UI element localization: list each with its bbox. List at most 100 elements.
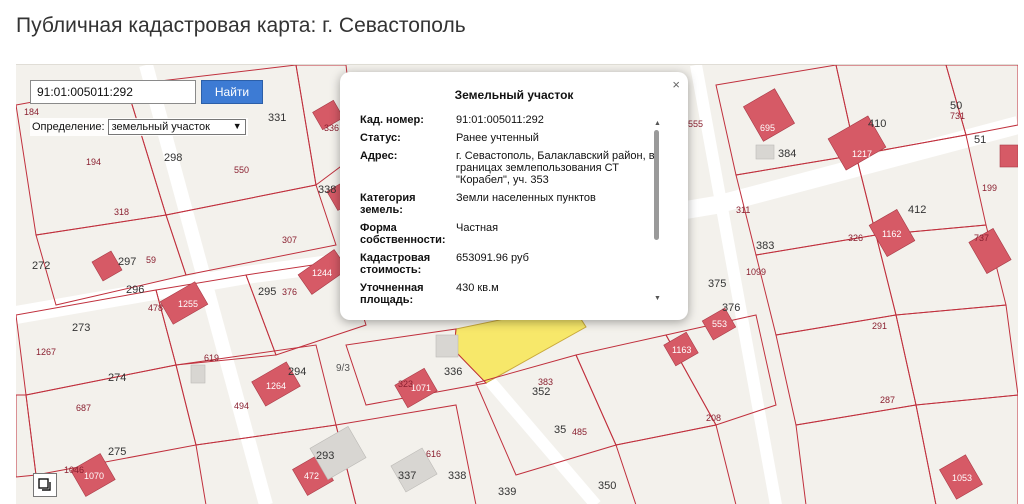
parcel-label: 338 bbox=[318, 184, 336, 196]
parcel-label: 291 bbox=[872, 321, 887, 331]
parcel-label: 555 bbox=[688, 119, 703, 129]
definition-label: Определение: bbox=[32, 121, 105, 133]
detail-row: Уточненная площадь: 430 кв.м bbox=[360, 282, 660, 306]
parcel-label: 323 bbox=[398, 379, 413, 389]
parcel-label: 318 bbox=[114, 207, 129, 217]
detail-value: Земли населенных пунктов bbox=[456, 192, 596, 204]
parcel-label: 616 bbox=[426, 449, 441, 459]
detail-key: Статус: bbox=[360, 132, 401, 144]
layers-button[interactable] bbox=[33, 473, 57, 497]
detail-value: г. Севастополь, Балаклавский район, в гр… bbox=[456, 150, 655, 186]
parcel-label: 294 bbox=[288, 366, 306, 378]
parcel-label: 1267 bbox=[36, 347, 56, 357]
parcel-label: 350 bbox=[598, 480, 616, 492]
building bbox=[999, 144, 1018, 168]
close-icon[interactable]: × bbox=[672, 77, 680, 92]
detail-row: Статус: Ранее учтенный bbox=[360, 132, 660, 144]
parcel-label: 326 bbox=[848, 233, 863, 243]
building-label: 472 bbox=[304, 471, 319, 481]
parcel-label: 208 bbox=[706, 413, 721, 423]
parcel-label: 336 bbox=[444, 366, 462, 378]
definition-selected-value: земельный участок bbox=[111, 121, 210, 133]
detail-value: 653091.96 руб bbox=[456, 252, 529, 264]
parcel-label: 298 bbox=[164, 152, 182, 164]
definition-row: Определение: земельный участок ▼ bbox=[30, 118, 248, 136]
popup-title: Земельный участок bbox=[454, 88, 574, 102]
detail-key: Форма собственности: bbox=[360, 222, 446, 246]
parcel-label: 307 bbox=[282, 235, 297, 245]
building-label: 553 bbox=[712, 319, 727, 329]
parcel-label: 687 bbox=[76, 403, 91, 413]
scroll-down-icon[interactable]: ▼ bbox=[654, 295, 661, 302]
parcel-label: 297 bbox=[118, 256, 136, 268]
scroll-up-icon[interactable]: ▲ bbox=[654, 120, 661, 127]
building-label: 695 bbox=[760, 123, 775, 133]
building-label: 1217 bbox=[852, 149, 872, 159]
detail-row: Кадастровая стоимость: 653091.96 руб bbox=[360, 252, 660, 276]
parcel-label: 51 bbox=[974, 134, 986, 146]
detail-key: Кадастровая стоимость: bbox=[360, 252, 431, 276]
building-label: 1071 bbox=[411, 383, 431, 393]
parcel-label: 485 bbox=[572, 427, 587, 437]
parcel-label: 478 bbox=[148, 303, 163, 313]
detail-row: Форма собственности: Частная bbox=[360, 222, 660, 246]
chevron-down-icon: ▼ bbox=[232, 121, 242, 131]
parcel-label: 1099 bbox=[746, 267, 766, 277]
parcel-label: 339 bbox=[498, 486, 516, 498]
parcel-label: 352 bbox=[532, 386, 550, 398]
cadastral-number-input[interactable] bbox=[30, 80, 196, 104]
road-label: 9/3 bbox=[336, 363, 350, 374]
building-label: 1244 bbox=[312, 268, 332, 278]
parcel-label: 35 bbox=[554, 424, 566, 436]
detail-value: Ранее учтенный bbox=[456, 132, 539, 144]
parcel-label: 412 bbox=[908, 204, 926, 216]
building-label: 1255 bbox=[178, 299, 198, 309]
parcel-label: 331 bbox=[268, 112, 286, 124]
page-title: Публичная кадастровая карта: г. Севастоп… bbox=[16, 14, 466, 37]
detail-key: Кад. номер: bbox=[360, 114, 424, 126]
parcel-label: 199 bbox=[982, 183, 997, 193]
detail-key: Уточненная площадь: bbox=[360, 282, 424, 306]
building-label: 1163 bbox=[672, 345, 691, 355]
parcel-label: 311 bbox=[736, 205, 750, 215]
layers-icon bbox=[38, 478, 51, 491]
parcel-label: 194 bbox=[86, 157, 101, 167]
parcel-label: 376 bbox=[282, 287, 297, 297]
building-label: 1264 bbox=[266, 381, 286, 391]
find-button[interactable]: Найти bbox=[201, 80, 263, 104]
parcel-label: 494 bbox=[234, 401, 249, 411]
parcel-label: 375 bbox=[708, 278, 726, 290]
building-label: 1070 bbox=[84, 471, 104, 481]
building-label: 1162 bbox=[882, 229, 901, 239]
detail-value: 91:01:005011:292 bbox=[456, 114, 544, 126]
parcel-label: 731 bbox=[950, 111, 965, 121]
parcel-label: 274 bbox=[108, 372, 126, 384]
parcel-label: 275 bbox=[108, 446, 126, 458]
definition-select[interactable]: земельный участок ▼ bbox=[107, 119, 246, 135]
detail-value: Частная bbox=[456, 222, 499, 234]
parcel-label: 272 bbox=[32, 260, 50, 272]
parcel-label: 383 bbox=[538, 377, 553, 387]
parcel-label: 410 bbox=[868, 118, 886, 130]
parcel-label: 383 bbox=[756, 240, 774, 252]
building-label: 1053 bbox=[952, 473, 972, 483]
popup-details: Кад. номер: 91:01:005011:292 Статус: Ран… bbox=[360, 114, 660, 306]
parcel-label: 338 bbox=[448, 470, 466, 482]
parcel-info-popup: Земельный участок × Кад. номер: 91:01:00… bbox=[340, 72, 688, 320]
parcel-label: 376 bbox=[722, 302, 740, 314]
parcel-label: 293 bbox=[316, 450, 334, 462]
detail-key: Категория земель: bbox=[360, 192, 416, 216]
parcel-label: 336 bbox=[324, 123, 339, 133]
parcel-label: 296 bbox=[126, 284, 144, 296]
parcel-label: 273 bbox=[72, 322, 90, 334]
parcel-label: 619 bbox=[204, 353, 219, 363]
parcel-label: 737 bbox=[974, 233, 989, 243]
detail-row: Адрес: г. Севастополь, Балаклавский райо… bbox=[360, 150, 660, 186]
detail-row: Категория земель: Земли населенных пункт… bbox=[360, 192, 660, 216]
detail-value: 430 кв.м bbox=[456, 282, 499, 294]
parcel-label: 337 bbox=[398, 470, 416, 482]
parcel-label: 287 bbox=[880, 395, 895, 405]
parcel-label: 295 bbox=[258, 286, 276, 298]
parcel-label: 59 bbox=[146, 255, 156, 265]
popup-scrollbar[interactable] bbox=[654, 130, 659, 240]
